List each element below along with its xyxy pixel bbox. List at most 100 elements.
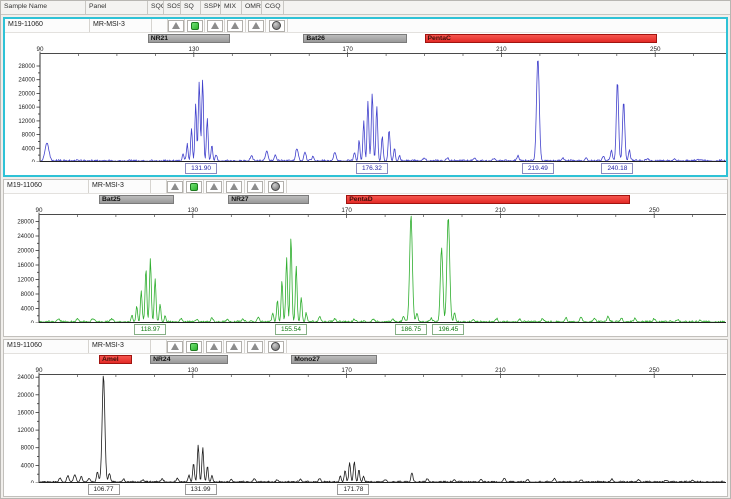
flag-mix-cell[interactable] <box>225 19 246 32</box>
marker-bar-pentac: PentaC <box>425 34 658 43</box>
peak-size-label: 196.45 <box>432 324 464 335</box>
column-header-sos[interactable]: SOS <box>164 1 181 14</box>
peak-size-label: 118.97 <box>134 324 166 335</box>
electropherogram-plot[interactable]: 9013017021025004000800012000160002000024… <box>4 206 727 323</box>
sample-panel-1[interactable]: M19-11060MR-MSI-3NR21Bat26PentaC90130170… <box>3 17 728 177</box>
peak-size-label: 155.54 <box>275 324 307 335</box>
sample-row[interactable]: M19-11060MR-MSI-3 <box>4 340 727 354</box>
svg-text:12000: 12000 <box>17 428 34 434</box>
green-square-icon[interactable] <box>187 20 203 32</box>
flag-omr-cell[interactable] <box>245 180 265 193</box>
svg-text:170: 170 <box>341 207 352 214</box>
svg-text:24000: 24000 <box>18 78 35 84</box>
panel-name-cell[interactable]: MR-MSI-3 <box>89 180 151 193</box>
flag-sspk-cell[interactable] <box>204 340 224 353</box>
panel-name-cell[interactable]: MR-MSI-3 <box>90 19 152 32</box>
column-header-cgq[interactable]: CGQ <box>262 1 284 14</box>
svg-text:16000: 16000 <box>18 105 35 111</box>
sphere-icon[interactable] <box>269 20 285 32</box>
svg-text:24000: 24000 <box>17 375 34 381</box>
triangle-icon[interactable] <box>168 20 184 32</box>
svg-text:90: 90 <box>36 46 44 53</box>
svg-text:250: 250 <box>650 46 661 53</box>
column-header-omr[interactable]: OMR <box>242 1 262 14</box>
triangle-icon[interactable] <box>167 341 183 353</box>
flag-omr-cell[interactable] <box>245 340 265 353</box>
flag-sos-cell[interactable] <box>168 19 185 32</box>
sphere-icon[interactable] <box>268 341 284 353</box>
peak-size-label: 131.99 <box>185 484 217 495</box>
triangle-icon[interactable] <box>248 20 264 32</box>
column-header-sample-name[interactable]: Sample Name <box>1 1 86 14</box>
flag-sspk-cell[interactable] <box>205 19 225 32</box>
flag-sspk-cell[interactable] <box>204 180 224 193</box>
sphere-icon[interactable] <box>268 181 284 193</box>
triangle-icon[interactable] <box>247 341 263 353</box>
triangle-icon[interactable] <box>167 181 183 193</box>
triangle-icon[interactable] <box>207 20 223 32</box>
flag-sq-cell[interactable] <box>185 19 205 32</box>
svg-text:170: 170 <box>342 46 353 53</box>
triangle-icon[interactable] <box>206 181 222 193</box>
triangle-glyph <box>171 343 179 350</box>
table-header: Sample NamePanelSQOSOSSQSSPKMIXOMRCGQ <box>1 1 730 15</box>
electropherogram-plot[interactable]: 9013017021025004000800012000160002000024… <box>5 45 728 162</box>
flag-mix-cell[interactable] <box>224 340 245 353</box>
svg-text:4000: 4000 <box>21 307 35 313</box>
triangle-glyph <box>251 183 259 190</box>
peak-size-label: 219.49 <box>522 163 554 174</box>
green-square-icon[interactable] <box>186 181 202 193</box>
sample-row-filler <box>288 19 726 32</box>
flag-sos-cell[interactable] <box>167 340 184 353</box>
sample-panel-3[interactable]: M19-11060MR-MSI-3AmelNR24Mono27901301702… <box>3 339 728 497</box>
sample-panel-2[interactable]: M19-11060MR-MSI-3Bat25NR27PentaD90130170… <box>3 179 728 337</box>
triangle-icon[interactable] <box>226 181 242 193</box>
flag-cgq-cell[interactable] <box>265 340 287 353</box>
electropherogram-plot[interactable]: 9013017021025004000800012000160002000024… <box>4 366 727 483</box>
marker-bar-bat25: Bat25 <box>99 195 174 204</box>
flag-mix-cell[interactable] <box>224 180 245 193</box>
triangle-icon[interactable] <box>226 341 242 353</box>
column-header-panel[interactable]: Panel <box>86 1 148 14</box>
flag-omr-cell[interactable] <box>246 19 266 32</box>
triangle-icon[interactable] <box>206 341 222 353</box>
sample-row-filler <box>287 340 727 353</box>
sample-name-cell[interactable]: M19-11060 <box>5 19 90 32</box>
marker-bar-amel: Amel <box>99 355 132 364</box>
triangle-glyph <box>172 22 180 29</box>
marker-bar-row: Bat25NR27PentaD <box>4 194 727 206</box>
column-header-sqo[interactable]: SQO <box>148 1 164 14</box>
marker-bar-nr24: NR24 <box>150 355 228 364</box>
svg-text:250: 250 <box>649 367 660 374</box>
triangle-icon[interactable] <box>227 20 243 32</box>
svg-text:28000: 28000 <box>18 64 35 70</box>
svg-text:12000: 12000 <box>18 119 35 125</box>
flag-sq-cell[interactable] <box>184 340 204 353</box>
triangle-glyph <box>252 22 260 29</box>
flag-sq-cell[interactable] <box>184 180 204 193</box>
sample-row[interactable]: M19-11060MR-MSI-3 <box>5 19 726 33</box>
svg-text:130: 130 <box>188 207 199 214</box>
peak-size-label: 171.78 <box>337 484 369 495</box>
flag-cgq-cell[interactable] <box>266 19 288 32</box>
svg-text:250: 250 <box>649 207 660 214</box>
triangle-icon[interactable] <box>247 181 263 193</box>
triangle-glyph <box>210 183 218 190</box>
column-header-sspk[interactable]: SSPK <box>201 1 221 14</box>
sample-row[interactable]: M19-11060MR-MSI-3 <box>4 180 727 194</box>
column-header-sq[interactable]: SQ <box>181 1 201 14</box>
panel-name-cell[interactable]: MR-MSI-3 <box>89 340 151 353</box>
electropherogram-panels: M19-11060MR-MSI-3NR21Bat26PentaC90130170… <box>1 17 730 497</box>
column-header-mix[interactable]: MIX <box>221 1 242 14</box>
sample-name-cell[interactable]: M19-11060 <box>4 340 89 353</box>
header-filler <box>284 1 730 14</box>
green-square-glyph <box>191 22 199 30</box>
sample-name-cell[interactable]: M19-11060 <box>4 180 89 193</box>
sphere-glyph <box>272 21 281 30</box>
green-square-icon[interactable] <box>186 341 202 353</box>
svg-text:20000: 20000 <box>17 393 34 399</box>
flag-sos-cell[interactable] <box>167 180 184 193</box>
peak-size-label: 186.75 <box>395 324 427 335</box>
marker-bar-row: AmelNR24Mono27 <box>4 354 727 366</box>
flag-cgq-cell[interactable] <box>265 180 287 193</box>
